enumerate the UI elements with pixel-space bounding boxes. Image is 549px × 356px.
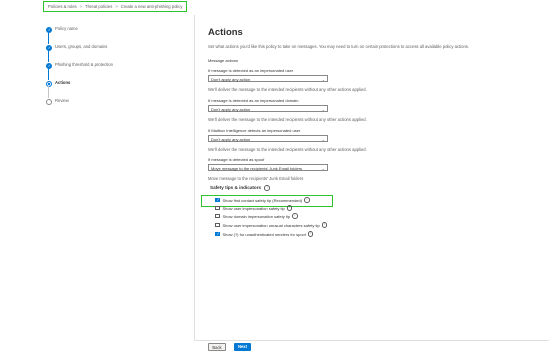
step-connector [48,50,50,62]
checkbox-label: Show domain impersonation safety tip [222,213,291,219]
page-description: Set what actions you'd like this policy … [208,44,470,49]
checkbox-checked-icon: ✓ [215,197,220,203]
dropdown-value: Don't apply any action [211,137,251,142]
checkbox-label: Show user impersonation safety tip [222,205,285,211]
wizard-steps: ✓ Policy name ✓ Users, groups, and domai… [46,26,113,116]
info-icon[interactable]: i [264,185,270,191]
info-icon[interactable]: i [321,222,328,228]
step-actions[interactable]: Actions [46,80,113,98]
step-connector [48,68,50,80]
dropdown-value: Move message to the recipients' Junk Ema… [211,166,303,171]
domain-impersonation-safety-tip-checkbox[interactable]: Show domain impersonation safety tip i [215,213,298,219]
impersonated-domain-note: We'll deliver the message to the intende… [208,117,367,122]
spoof-action-dropdown[interactable]: Move message to the recipients' Junk Ema… [208,164,328,171]
checkbox-checked-icon: ✓ [215,231,220,237]
step-phishing-threshold[interactable]: ✓ Phishing threshold & protection [46,62,113,80]
impersonated-user-label: If message is detected as an impersonate… [208,68,294,73]
dropdown-value: Don't apply any action [211,77,251,82]
dropdown-value: Don't apply any action [211,107,251,112]
next-button[interactable]: Next [234,343,251,351]
step-users-groups-domains[interactable]: ✓ Users, groups, and domains [46,44,113,62]
checkbox-unchecked-icon [215,222,220,228]
unusual-characters-safety-tip-checkbox[interactable]: Show user impersonation unusual characte… [215,222,328,228]
chevron-down-icon: ⌄ [321,77,325,82]
step-label: Policy name [55,26,78,31]
impersonated-user-note: We'll deliver the message to the intende… [208,87,367,92]
info-icon[interactable]: i [307,231,314,237]
safety-tips-header: Safety tips & indicators i [210,185,270,191]
message-actions-label: Message actions [208,58,239,63]
chevron-down-icon: ⌄ [321,166,325,171]
mailbox-intelligence-action-dropdown[interactable]: Don't apply any action ⌄ [208,135,328,142]
first-contact-safety-tip-checkbox[interactable]: ✓ Show first contact safety tip (Recomme… [215,197,310,203]
step-policy-name[interactable]: ✓ Policy name [46,26,113,44]
info-icon[interactable]: i [292,213,298,219]
chevron-down-icon: ⌄ [321,107,325,112]
step-connector [48,86,50,98]
breadcrumb-item-policies[interactable]: Policies & rules [48,4,77,9]
step-label: Users, groups, and domains [55,44,108,49]
spoof-label: If message is detected as spoof [208,157,265,162]
step-label: Actions [55,80,71,85]
safety-tips-title: Safety tips & indicators [210,185,262,191]
checkbox-label: Show (?) for unauthenticated senders for… [222,231,306,237]
step-label: Phishing threshold & protection [55,62,113,67]
breadcrumb: Policies & rules > Threat policies > Cre… [43,1,188,12]
impersonated-domain-label: If message is detected as an impersonate… [208,98,299,103]
info-icon[interactable]: i [286,205,293,211]
breadcrumb-separator: > [79,4,83,9]
info-icon[interactable]: i [304,197,310,203]
breadcrumb-separator: > [115,4,118,9]
step-review[interactable]: Review [46,98,113,116]
checkbox-label: Show first contact safety tip (Recommend… [222,197,303,203]
impersonated-domain-action-dropdown[interactable]: Don't apply any action ⌄ [208,105,328,112]
mailbox-intelligence-label: If Mailbox Intelligence detects an imper… [208,128,301,133]
impersonated-user-action-dropdown[interactable]: Don't apply any action ⌄ [208,75,328,82]
chevron-down-icon: ⌄ [321,137,325,142]
step-pending-icon [46,99,52,105]
breadcrumb-item-threat-policies[interactable]: Threat policies [85,4,112,9]
back-button[interactable]: Back [208,343,226,351]
page-title: Actions [208,27,243,38]
breadcrumb-item-current: Create a new anti-phishing policy [120,4,183,9]
checkbox-label: Show user impersonation unusual characte… [222,222,320,228]
actions-form: Actions Set what actions you'd like this… [208,27,508,191]
mailbox-intelligence-note: We'll deliver the message to the intende… [208,147,367,152]
user-impersonation-safety-tip-checkbox[interactable]: Show user impersonation safety tip i [215,205,293,211]
unauthenticated-senders-checkbox[interactable]: ✓ Show (?) for unauthenticated senders f… [215,231,314,237]
checkbox-unchecked-icon [215,213,220,219]
checkbox-unchecked-icon [215,205,220,211]
spoof-note: Move message to the recipients' Junk Ema… [208,176,304,181]
step-connector [48,32,50,44]
step-label: Review [55,98,69,103]
